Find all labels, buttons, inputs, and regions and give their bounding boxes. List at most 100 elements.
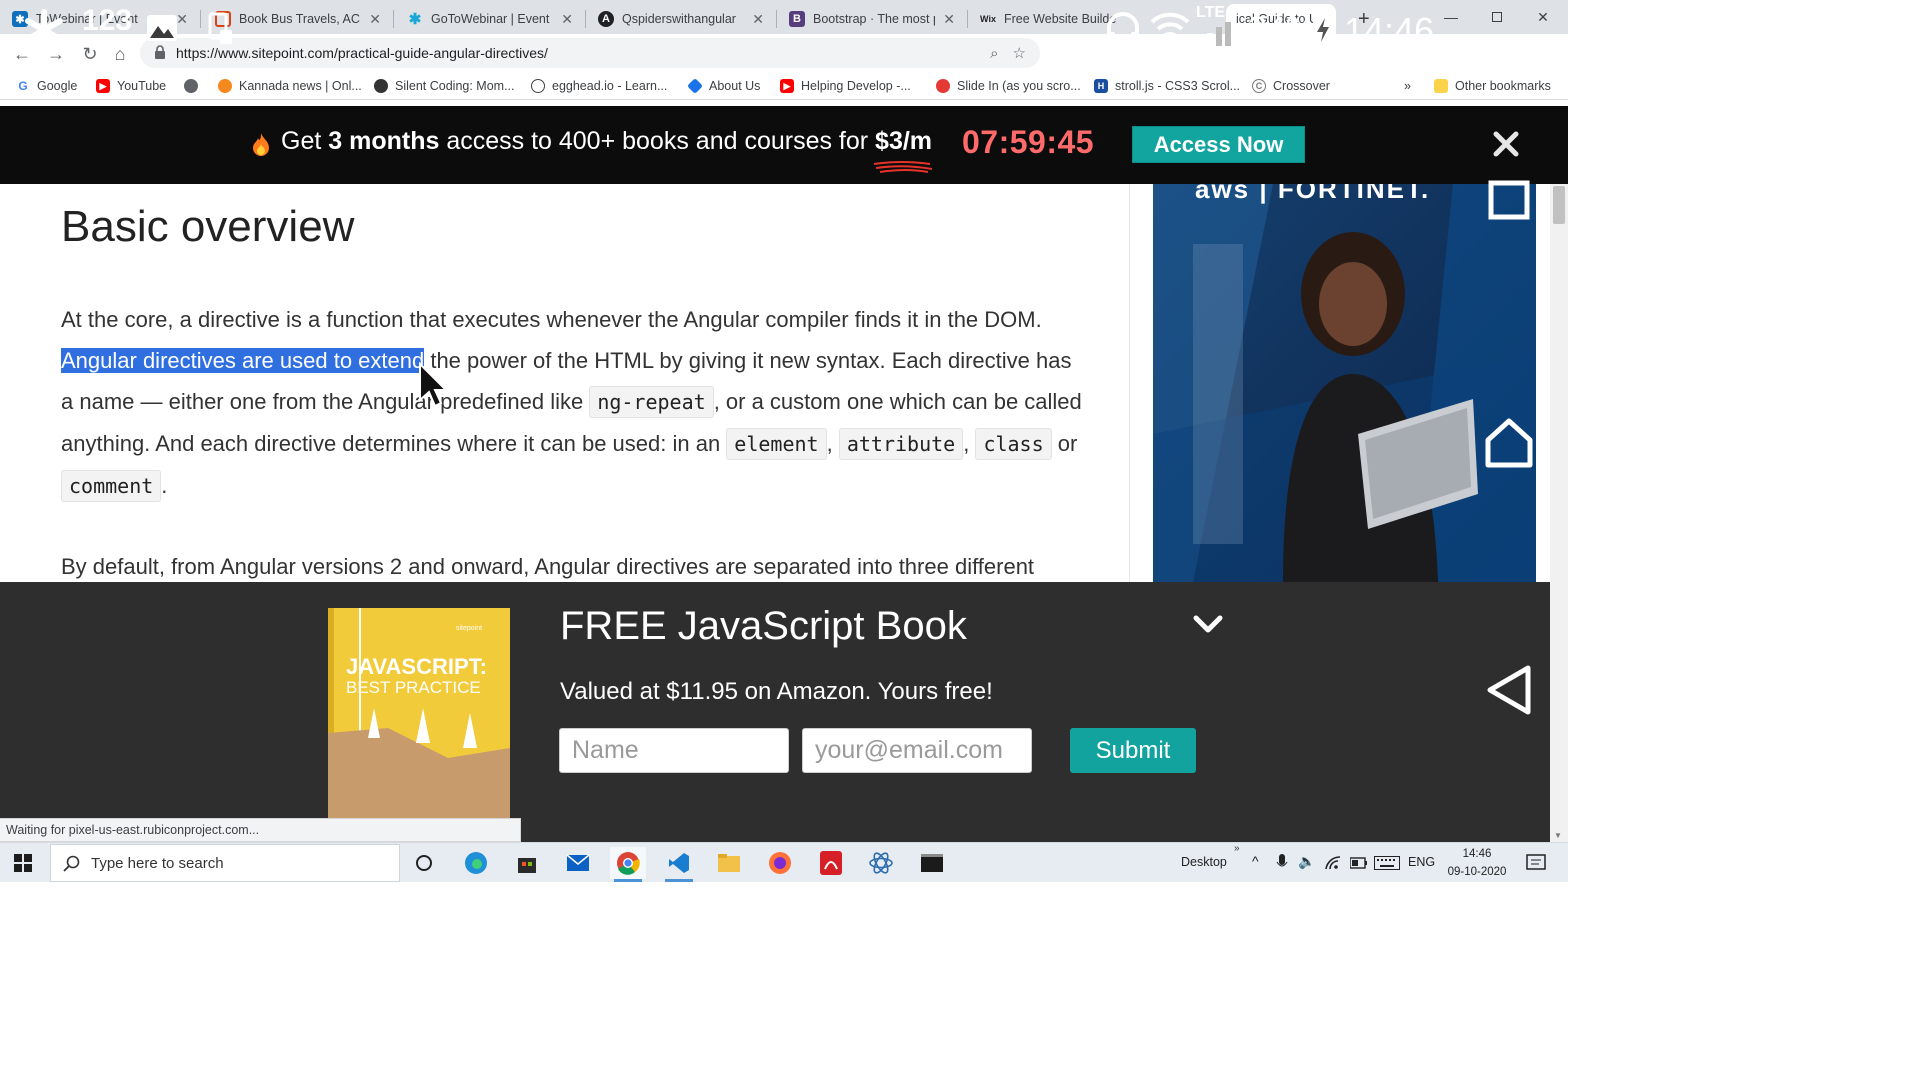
bookmarks-overflow-button[interactable]: » [1404,77,1411,95]
bookmark-globe[interactable] [184,77,198,95]
taskbar-file-explorer[interactable] [711,847,747,879]
maximize-icon [1492,12,1502,22]
cover-title-1: JAVASCRIPT: [346,654,487,679]
desktop-toolbar-label[interactable]: Desktop [1181,855,1227,869]
bookmark-youtube[interactable]: ▶ YouTube [96,77,166,95]
minimize-button[interactable]: — [1428,0,1474,34]
tab-title: Book Bus Travels, AC Vo [239,12,361,26]
wix-favicon-icon: Wix [980,14,996,24]
taskbar-vscode[interactable] [661,847,697,882]
volume-icon[interactable]: 🔈 [1298,853,1315,870]
tab-bootstrap[interactable]: B Bootstrap · The most p ✕ [779,4,965,34]
edge-icon [465,852,487,874]
bookmark-label: Kannada news | Onl... [239,79,362,93]
address-bar[interactable]: https://www.sitepoint.com/practical-guid… [140,38,1040,68]
close-tab-icon[interactable]: ✕ [369,11,381,28]
close-tab-icon[interactable]: ✕ [561,11,573,28]
scroll-down-arrow-icon[interactable]: ▼ [1554,831,1562,840]
chevron-down-icon[interactable] [1192,612,1224,636]
search-icon [63,855,80,872]
page-scrollbar[interactable]: ▼ [1550,184,1568,842]
bookmark-google[interactable]: G Google [16,77,77,95]
taskbar-edge[interactable] [458,847,494,879]
close-tab-icon[interactable]: ✕ [176,11,188,28]
windows-taskbar: Type here to search Desktop » ^ 🔈 ENG 14… [0,842,1568,882]
taskbar-firefox[interactable] [762,847,798,879]
taskbar-clock[interactable]: 14:46 09-10-2020 [1442,845,1512,881]
bookmark-crossover[interactable]: C Crossover [1252,77,1330,95]
tray-chevron-up-icon[interactable]: ^ [1252,853,1259,869]
screen-mirror-icon [208,12,232,44]
keyboard-icon[interactable] [1374,856,1400,870]
para-text: or [1051,431,1078,456]
taskbar-chrome[interactable] [610,847,646,882]
close-tab-icon[interactable]: ✕ [943,11,955,28]
taskbar-mail[interactable] [560,847,596,879]
zoom-icon[interactable]: ⌕ [990,45,998,62]
cortana-button[interactable] [406,847,442,879]
advertisement[interactable]: aws | FORTINET. [1153,184,1536,582]
tab-title: GoToWebinar | Event D [431,12,554,26]
input-language[interactable]: ENG [1408,855,1435,869]
code-attribute: attribute [838,428,964,460]
selected-text: Angular directives are used to extend [61,348,425,373]
cortana-icon [416,855,432,871]
microphone-icon[interactable] [1276,854,1288,872]
bookmark-star-icon[interactable]: ☆ [1013,44,1026,62]
phone-clock: 14:46 [1344,10,1435,51]
section-heading: Basic overview [61,202,355,251]
taskbar-electron[interactable] [863,847,899,879]
notifications-icon[interactable] [1526,853,1546,873]
windows-start-icon[interactable] [8,851,38,875]
close-promo-icon[interactable] [1490,128,1522,160]
phone-recent-apps-square-icon [1488,180,1530,220]
underline-scribble [873,161,933,173]
name-input[interactable]: Name [559,728,789,773]
bookmark-label: Helping Develop -... [801,79,911,93]
toolbar-overflow-icon[interactable]: » [1234,843,1240,854]
taskbar-search[interactable]: Type here to search [50,844,400,882]
close-window-button[interactable]: ✕ [1520,0,1566,34]
para-text: . [161,473,168,498]
access-now-button[interactable]: Access Now [1132,126,1305,163]
bookmark-slide-in[interactable]: Slide In (as you scro... [936,77,1081,95]
close-tab-icon[interactable]: ✕ [752,11,764,28]
bookmark-stroll-js[interactable]: Hstroll.js - CSS3 Scrol... [1094,77,1240,95]
bookmark-egghead[interactable]: egghead.io - Learn... [531,77,667,95]
maximize-button[interactable] [1474,0,1520,34]
bookmark-helping-develop[interactable]: ▶ Helping Develop -... [780,77,911,95]
diamond-icon [687,78,703,94]
firefox-icon [769,852,791,874]
taskbar-store[interactable] [509,847,545,879]
taskbar-terminal[interactable] [914,847,950,879]
book-title: FREE JavaScript Book [560,604,967,648]
tab-gotowebinar-2[interactable]: ✱ GoToWebinar | Event D ✕ [397,4,583,34]
acrobat-icon [820,851,842,875]
submit-button[interactable]: Submit [1070,728,1196,773]
cover-brand: sitepoint [456,625,482,632]
paragraph-1: At the core, a directive is a function t… [61,299,1111,507]
egghead-icon [531,79,545,93]
status-bubble: Waiting for pixel-us-east.rubiconproject… [0,818,521,842]
search-placeholder: Type here to search [91,854,224,872]
taskbar-acrobat[interactable] [813,847,849,879]
phone-home-icon [1485,418,1533,468]
mouse-cursor-icon [419,362,448,408]
close-icon: ✕ [1537,8,1549,25]
tab-qspiders-angular[interactable]: A Qspiderswithangular ✕ [588,4,774,34]
code-element: element [726,428,827,460]
scrollbar-thumb[interactable] [1553,186,1565,224]
book-cover-image: sitepoint JAVASCRIPT: BEST PRACTICE [328,608,510,818]
wifi-icon[interactable] [1324,855,1342,871]
email-input[interactable]: your@email.com [802,728,1032,773]
bookmark-about-us[interactable]: About Us [687,77,760,95]
snowflake-app-icon [25,9,63,51]
other-bookmarks[interactable]: Other bookmarks [1434,77,1551,95]
battery-icon[interactable] [1350,857,1368,869]
network-speed-unit: KB/s [82,34,119,51]
bookmark-silent-coding[interactable]: Silent Coding: Mom... [374,77,515,95]
youtube-icon: ▶ [780,79,794,93]
code-comment: comment [61,470,162,502]
bookmark-kannada-news[interactable]: Kannada news | Onl... [218,77,362,95]
tab-wix[interactable]: Wix Free Website Builder [970,4,1126,34]
